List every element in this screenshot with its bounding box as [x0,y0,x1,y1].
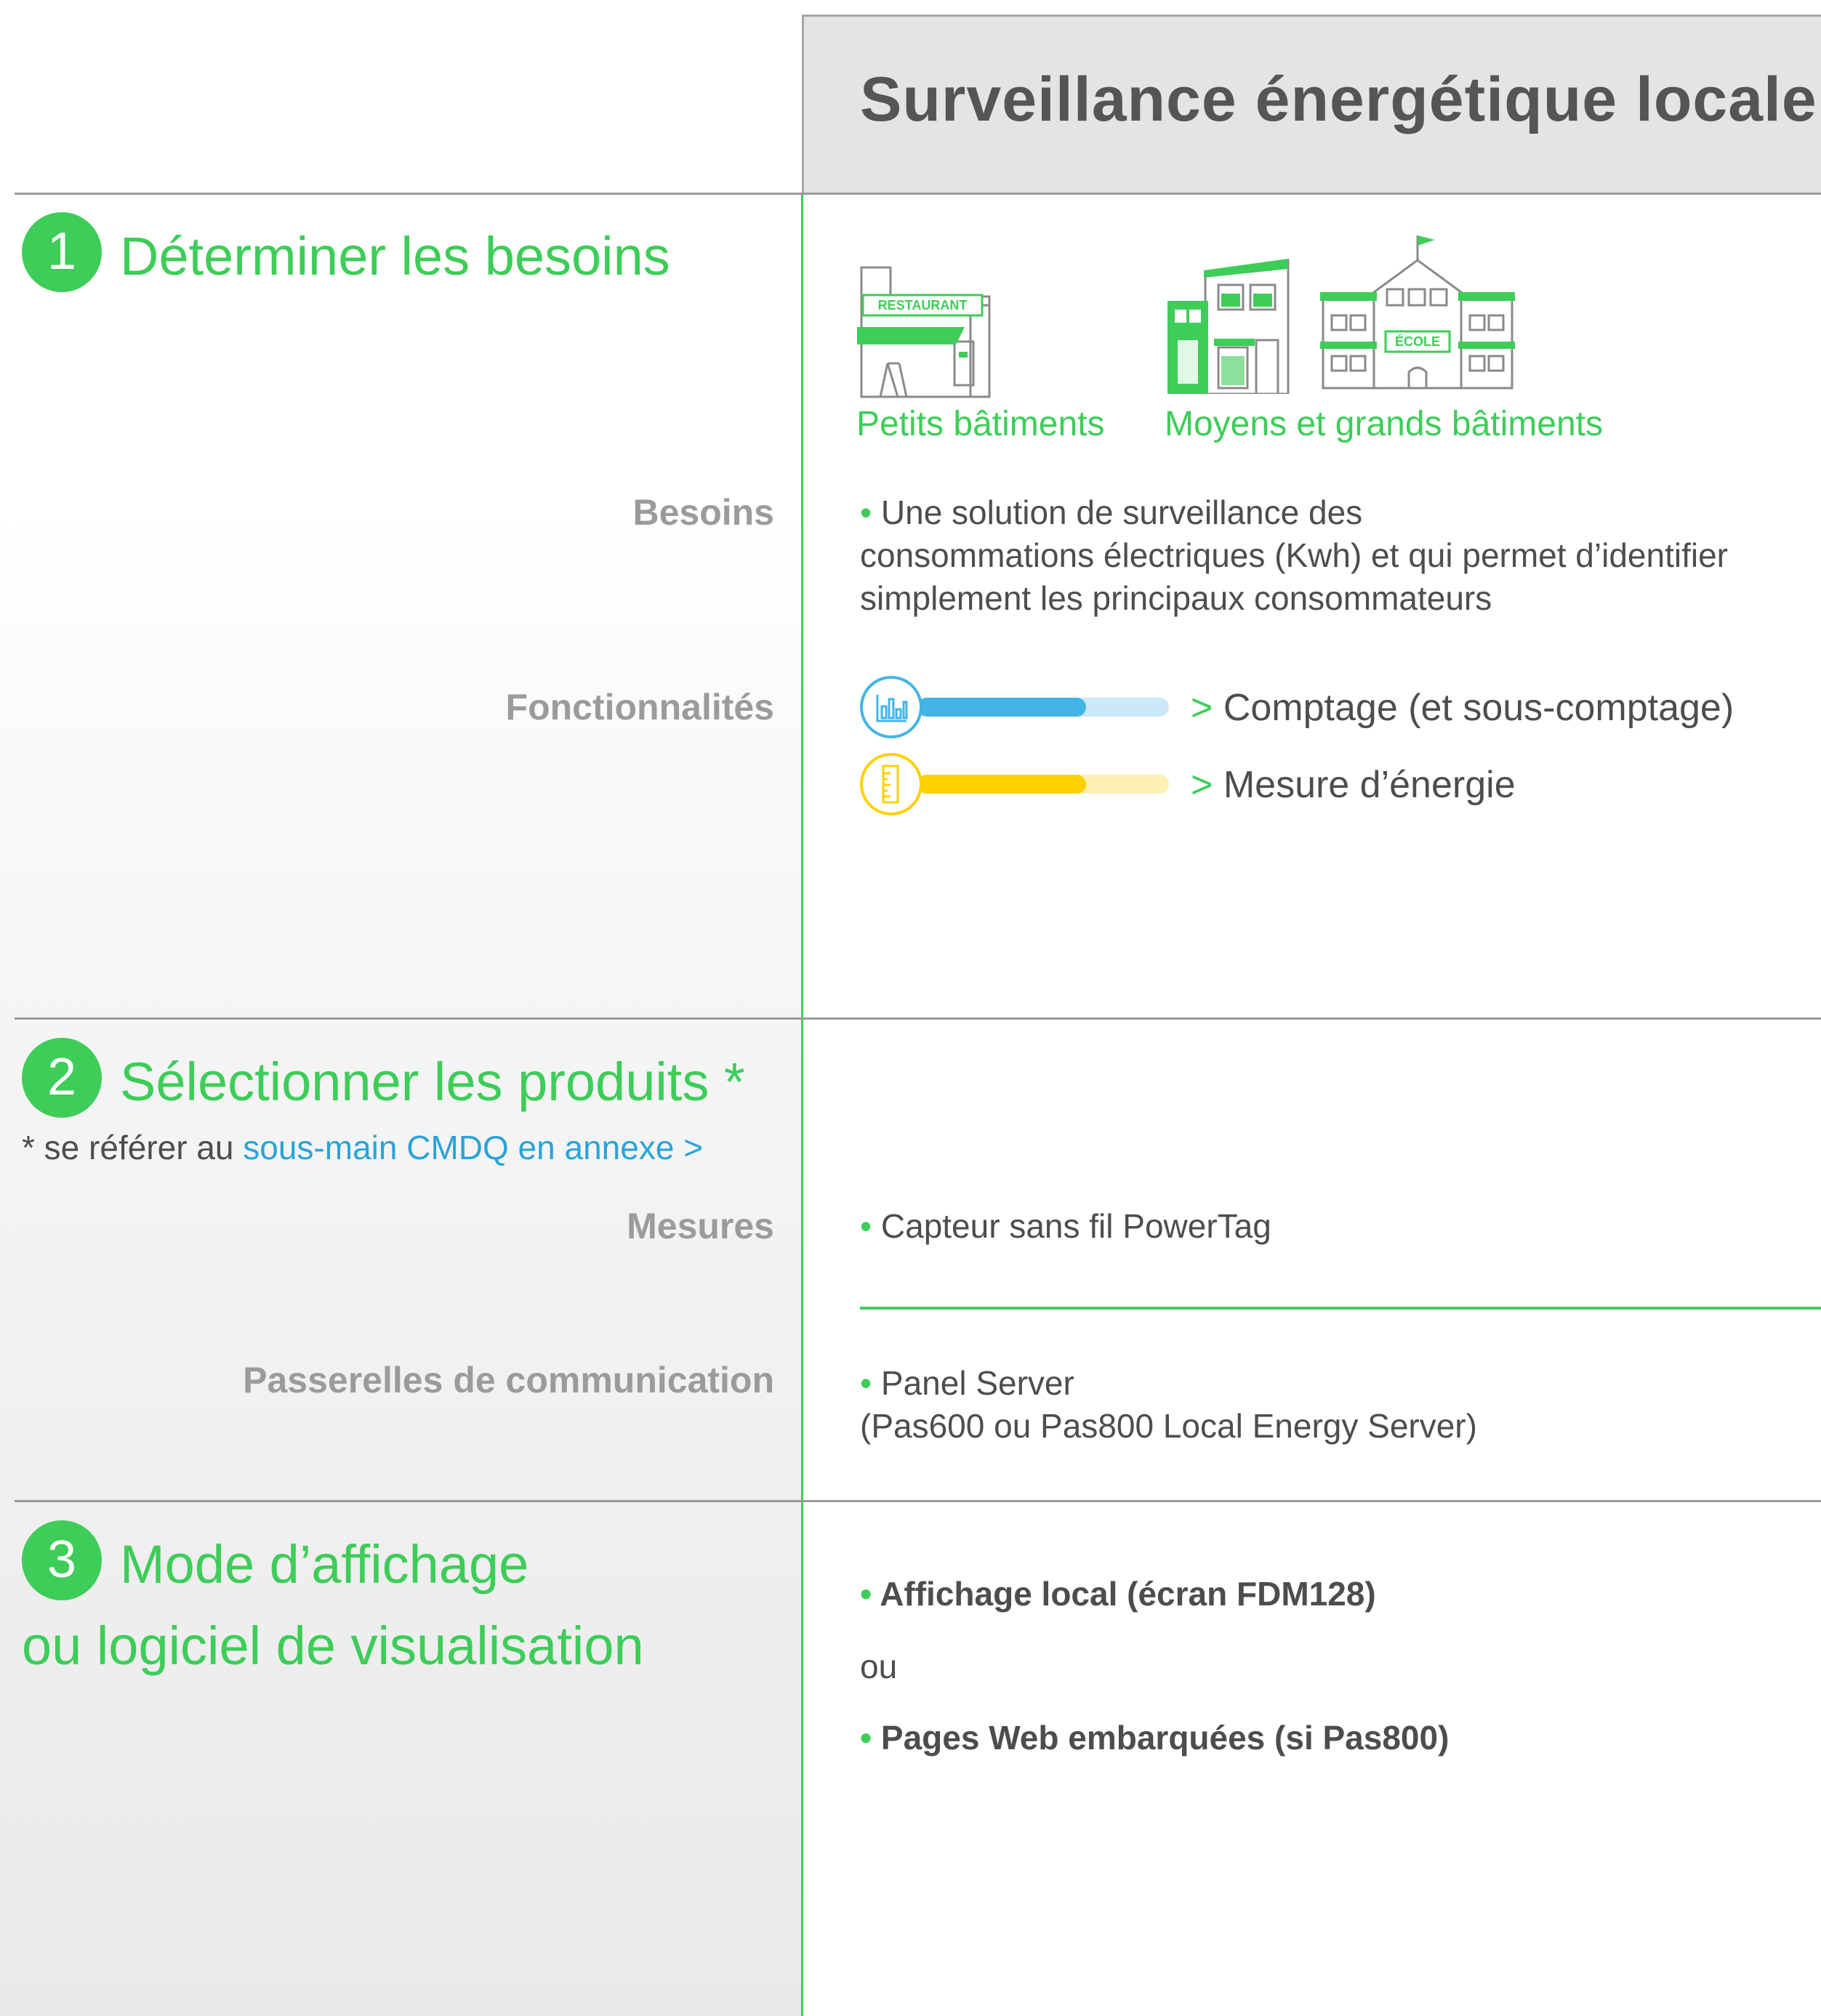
besoins-line-2: consommations électriques (Kwh) et qui p… [860,536,1728,574]
affichage-option-2-label: Pages Web embarquées (si Pas800) [880,1719,1450,1757]
step-2-badge: 2 [22,1038,102,1118]
reference-note: * se référer au sous-main CMDQ en annexe… [22,1128,703,1167]
passerelles-text: • Panel Server (Pas600 ou Pas800 Local E… [860,1362,1477,1448]
small-buildings-caption: Petits bâtiments [856,405,1105,443]
office-building-icon [1167,259,1290,394]
left-column-background [0,0,802,2016]
affichage-option-1: • Affichage local (écran FDM128) [860,1573,1376,1616]
bullet: • [860,1575,872,1613]
bar-chart-icon [860,676,922,738]
page-title: Surveillance énergétique locale [860,65,1817,134]
step-3-badge: 3 [22,1520,102,1600]
label-passerelles: Passerelles de communication [243,1360,774,1400]
step-1-badge: 1 [22,212,102,292]
reference-note-prefix: * se référer au [22,1129,244,1166]
school-sign-text: ÉCOLE [1395,334,1440,349]
section-2-title: Sélectionner les produits * [120,1052,745,1112]
mesure-level-bar [917,775,1169,794]
annex-link[interactable]: sous-main CMDQ en annexe > [243,1129,703,1166]
row-divider-2 [15,1017,1821,1020]
comptage-level-fill [917,698,1086,717]
besoins-text: • Une solution de surveillance des conso… [860,491,1728,620]
large-buildings-caption: Moyens et grands bâtiments [1165,405,1603,443]
restaurant-icon: RESTAURANT [857,266,991,398]
bullet: • [860,1719,872,1757]
function-comptage: > Comptage (et sous-comptage) [1191,686,1734,730]
section-3-title-line-1: Mode d’affichage [120,1534,529,1594]
green-separator [860,1307,1821,1310]
passerelles-line-2: (Pas600 ou Pas800 Local Energy Server) [860,1407,1477,1445]
label-mesures: Mesures [627,1206,774,1246]
passerelles-line-1: Panel Server [880,1364,1074,1402]
label-besoins: Besoins [632,492,774,533]
besoins-line-1: Une solution de surveillance des [880,493,1363,531]
bullet: • [860,1364,872,1402]
school-building-icon: ÉCOLE [1320,235,1515,390]
function-comptage-label: Comptage (et sous-comptage) [1223,687,1734,729]
mesures-line: Capteur sans fil PowerTag [880,1207,1271,1245]
function-mesure: > Mesure d’énergie [1191,763,1516,807]
comptage-level-bar [917,698,1169,717]
ruler-icon [860,753,922,815]
affichage-option-1-label: Affichage local (écran FDM128) [880,1575,1376,1613]
label-fonctionnalites: Fonctionnalités [505,687,774,727]
affichage-option-2: • Pages Web embarquées (si Pas800) [860,1717,1449,1759]
affichage-or: ou [860,1648,898,1685]
mesure-level-fill [917,775,1086,794]
section-1-title: Déterminer les besoins [120,226,670,286]
bullet: • [860,493,872,531]
restaurant-sign-text: RESTAURANT [878,298,968,313]
function-mesure-label: Mesure d’énergie [1223,764,1516,806]
column-divider [801,194,803,2016]
section-3-title-line-2: ou logiciel de visualisation [22,1616,644,1676]
bullet: • [860,1207,872,1245]
row-divider-3 [15,1500,1821,1502]
row-divider-1 [15,193,1821,195]
chevron-right-icon: > [1191,687,1213,729]
besoins-line-3: simplement les principaux consommateurs [860,579,1492,617]
mesures-text: • Capteur sans fil PowerTag [860,1205,1271,1248]
chevron-right-icon: > [1191,764,1213,806]
